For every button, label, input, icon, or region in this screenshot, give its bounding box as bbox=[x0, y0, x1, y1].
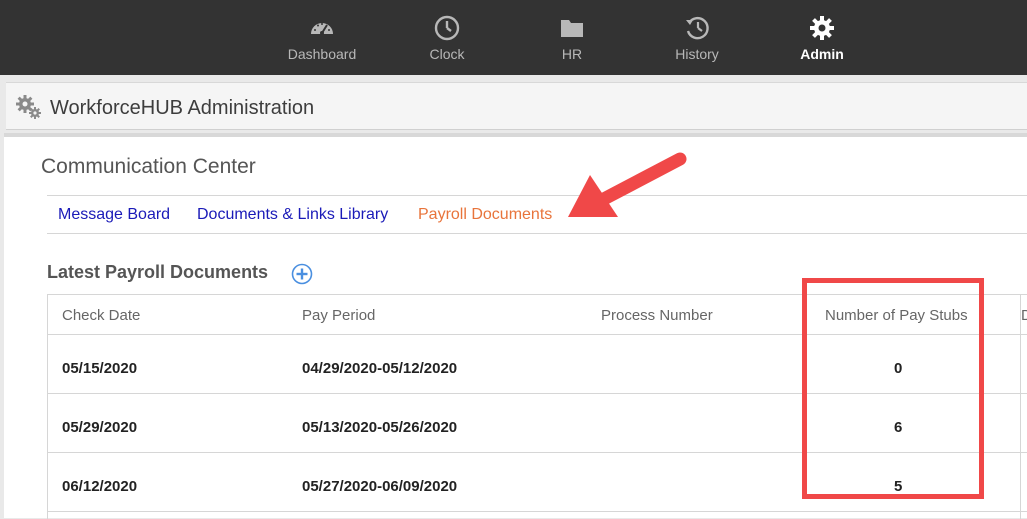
folder-icon bbox=[561, 20, 583, 37]
add-document-button[interactable] bbox=[291, 263, 313, 285]
nav-hr-label: HR bbox=[561, 46, 583, 62]
nav-dashboard-label: Dashboard bbox=[287, 46, 357, 62]
nav-history-label: History bbox=[675, 46, 719, 62]
pay-stubs-cell: 0 bbox=[894, 360, 903, 377]
pay-stubs-cell: 5 bbox=[894, 478, 903, 495]
nav-clock-label: Clock bbox=[429, 46, 465, 62]
column-header-truncated[interactable]: D bbox=[1021, 307, 1027, 324]
check-date-cell: 05/29/2020 bbox=[62, 419, 138, 436]
pay-period-cell: 05/13/2020-05/26/2020 bbox=[302, 419, 458, 436]
tab-payroll-documents[interactable]: Payroll Documents bbox=[418, 206, 552, 224]
content-panel: Communication Center Message Board Docum… bbox=[4, 133, 1027, 519]
page-title: WorkforceHUB Administration bbox=[50, 97, 315, 119]
pay-stubs-cell: 6 bbox=[894, 419, 903, 436]
latest-payroll-title: Latest Payroll Documents bbox=[47, 262, 269, 282]
nav-admin[interactable]: Admin bbox=[767, 0, 877, 75]
nav-dashboard[interactable]: Dashboard bbox=[267, 0, 377, 75]
top-navigation: Dashboard Clock HR History Admin bbox=[0, 0, 1027, 75]
check-date-cell: 06/12/2020 bbox=[62, 478, 138, 495]
nav-hr[interactable]: HR bbox=[517, 0, 627, 75]
tab-bar: Message Board Documents & Links Library … bbox=[47, 195, 1027, 234]
column-header-process-number[interactable]: Process Number bbox=[601, 307, 713, 324]
table-header-row: Check Date Pay Period Process Number Num… bbox=[48, 295, 1027, 335]
gears-icon bbox=[16, 95, 41, 119]
table-row[interactable]: 06/12/2020 05/27/2020-06/09/2020 5 bbox=[48, 453, 1027, 512]
admin-header: WorkforceHUB Administration bbox=[6, 82, 1027, 130]
history-icon bbox=[686, 16, 709, 40]
table-row[interactable]: 05/29/2020 05/13/2020-05/26/2020 6 bbox=[48, 394, 1027, 453]
pay-period-cell: 05/27/2020-06/09/2020 bbox=[302, 478, 458, 495]
table-row[interactable]: 05/15/2020 04/29/2020-05/12/2020 0 bbox=[48, 335, 1027, 394]
speedometer-icon bbox=[311, 23, 333, 35]
tab-documents-links-library[interactable]: Documents & Links Library bbox=[197, 206, 388, 224]
payroll-documents-table: Check Date Pay Period Process Number Num… bbox=[47, 294, 1027, 519]
clock-icon bbox=[434, 15, 460, 41]
nav-clock[interactable]: Clock bbox=[392, 0, 502, 75]
nav-history[interactable]: History bbox=[642, 0, 752, 75]
section-heading: Communication Center bbox=[41, 155, 256, 178]
column-header-check-date[interactable]: Check Date bbox=[62, 307, 140, 324]
nav-admin-label: Admin bbox=[800, 46, 844, 62]
column-header-pay-stubs[interactable]: Number of Pay Stubs bbox=[825, 307, 968, 324]
gear-icon bbox=[810, 16, 834, 40]
check-date-cell: 05/15/2020 bbox=[62, 360, 138, 377]
tab-message-board[interactable]: Message Board bbox=[58, 206, 170, 224]
pay-period-cell: 04/29/2020-05/12/2020 bbox=[302, 360, 458, 377]
column-header-pay-period[interactable]: Pay Period bbox=[302, 307, 375, 324]
